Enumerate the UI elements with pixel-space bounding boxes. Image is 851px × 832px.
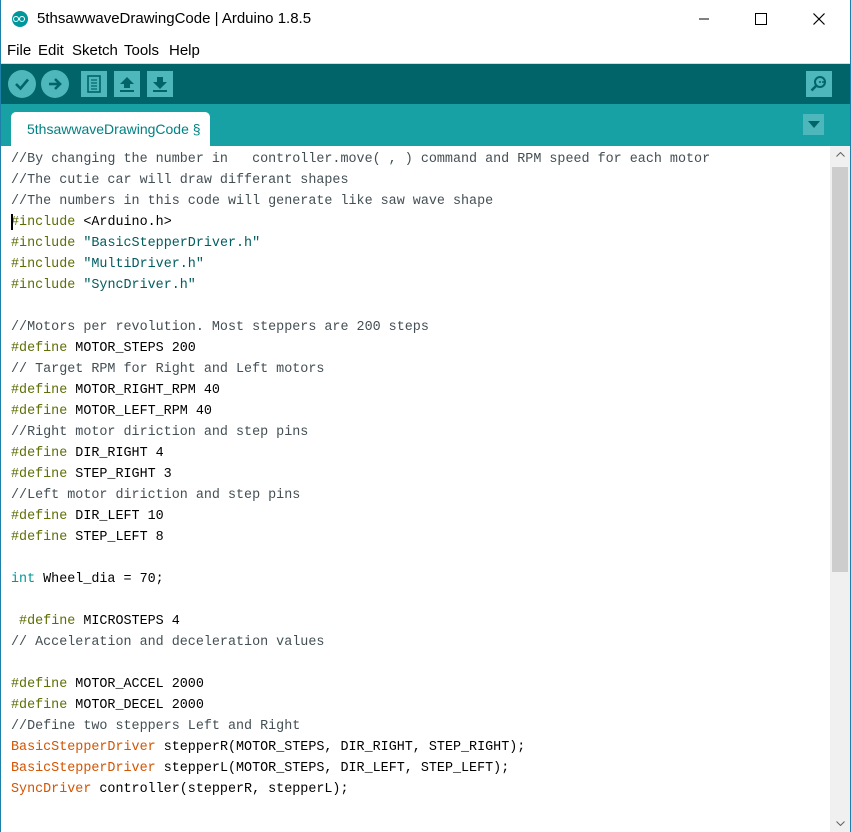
code-line: // Acceleration and deceleration values [11, 635, 325, 650]
maximize-icon [755, 13, 767, 25]
menu-edit[interactable]: Edit [38, 42, 64, 59]
save-button[interactable] [147, 71, 173, 97]
tab-sketch[interactable]: 5thsawwaveDrawingCode § [11, 112, 210, 146]
scrollbar-thumb[interactable] [832, 167, 848, 572]
title-bar: 5thsawwaveDrawingCode | Arduino 1.8.5 [1, 0, 850, 38]
code-line: #define DIR_LEFT 10 [11, 509, 164, 524]
code-line: //Right motor diriction and step pins [11, 425, 309, 440]
tab-bar: 5thsawwaveDrawingCode § [1, 104, 850, 146]
menu-sketch[interactable]: Sketch [72, 42, 118, 59]
close-button[interactable] [790, 0, 848, 38]
code-line: BasicStepperDriver stepperR(MOTOR_STEPS,… [11, 740, 526, 755]
code-line: #define MOTOR_RIGHT_RPM 40 [11, 383, 220, 398]
code-line: #define DIR_RIGHT 4 [11, 446, 164, 461]
code-line: //The cutie car will draw differant shap… [11, 173, 349, 188]
code-line: #define MOTOR_STEPS 200 [11, 341, 196, 356]
arrow-right-icon [49, 78, 62, 90]
code-editor[interactable]: //By changing the number in controller.m… [1, 146, 830, 832]
code-line: //Left motor diriction and step pins [11, 488, 301, 503]
code-line: #include "SyncDriver.h" [11, 278, 196, 293]
code-line: BasicStepperDriver stepperL(MOTOR_STEPS,… [11, 761, 510, 776]
arduino-logo-icon [12, 11, 28, 27]
menu-help[interactable]: Help [169, 42, 200, 59]
code-line: //By changing the number in controller.m… [11, 152, 711, 167]
minimize-button[interactable] [675, 0, 733, 38]
maximize-button[interactable] [732, 0, 790, 38]
scroll-down-button[interactable] [830, 815, 850, 832]
code-line: #include "MultiDriver.h" [11, 257, 204, 272]
upload-button[interactable] [41, 70, 69, 98]
arrow-down-icon [153, 77, 167, 92]
document-icon [87, 75, 101, 93]
new-sketch-button[interactable] [81, 71, 107, 97]
chevron-up-icon [835, 152, 845, 157]
code-line: #define STEP_LEFT 8 [11, 530, 164, 545]
menu-tools[interactable]: Tools [124, 42, 159, 59]
code-line: #include "BasicStepperDriver.h" [11, 236, 261, 251]
code-line: SyncDriver controller(stepperR, stepperL… [11, 782, 349, 797]
code-line: //The numbers in this code will generate… [11, 194, 494, 209]
menu-bar: File Edit Sketch Tools Help [1, 38, 850, 64]
checkmark-icon [15, 78, 29, 91]
code-line: //Motors per revolution. Most steppers a… [11, 320, 429, 335]
code-line: #define MOTOR_LEFT_RPM 40 [11, 404, 212, 419]
text-caret [11, 214, 13, 230]
arrow-up-icon [120, 77, 134, 92]
code-line: #define STEP_RIGHT 3 [11, 467, 172, 482]
serial-monitor-button[interactable] [806, 71, 832, 97]
verify-button[interactable] [8, 70, 36, 98]
open-button[interactable] [114, 71, 140, 97]
minimize-icon [699, 18, 709, 20]
code-line: #include <Arduino.h> [11, 215, 172, 230]
triangle-down-icon [807, 120, 820, 128]
code-line: #define MOTOR_DECEL 2000 [11, 698, 204, 713]
code-line: #define MOTOR_ACCEL 2000 [11, 677, 204, 692]
tab-menu-button[interactable] [803, 114, 824, 135]
vertical-scrollbar[interactable] [830, 146, 850, 832]
scroll-up-button[interactable] [830, 146, 850, 163]
code-line: int Wheel_dia = 70; [11, 572, 164, 587]
chevron-down-icon [835, 821, 845, 826]
code-line: #define MICROSTEPS 4 [19, 614, 180, 629]
toolbar [1, 64, 850, 104]
close-icon [813, 13, 825, 25]
menu-file[interactable]: File [7, 42, 31, 59]
code-line: // Target RPM for Right and Left motors [11, 362, 325, 377]
code-line: //Define two steppers Left and Right [11, 719, 301, 734]
arduino-ide-window: 5thsawwaveDrawingCode | Arduino 1.8.5 Fi… [0, 0, 851, 832]
window-title: 5thsawwaveDrawingCode | Arduino 1.8.5 [37, 10, 312, 27]
magnifier-icon [810, 76, 826, 92]
